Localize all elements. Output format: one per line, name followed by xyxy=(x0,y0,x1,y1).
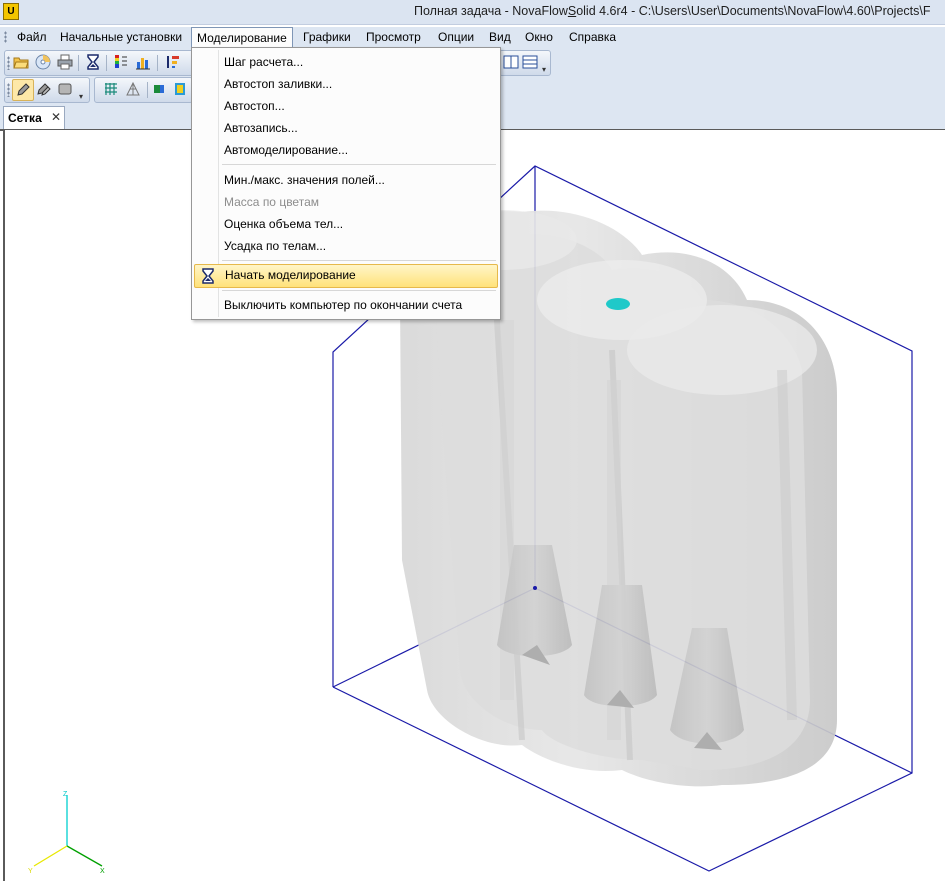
menu-item-mass-by-color: Масса по цветам xyxy=(194,191,498,213)
menu-separator xyxy=(222,290,496,291)
hourglass-icon[interactable] xyxy=(85,54,101,70)
close-icon[interactable]: ✕ xyxy=(51,110,61,124)
menu-item-label: Шаг расчета... xyxy=(224,55,304,69)
axis-indicator: Z X Y xyxy=(28,791,105,875)
tab-mesh[interactable]: Сетка ✕ xyxy=(3,106,65,129)
modeling-menu-dropdown: Шаг расчета... Автостоп заливки... Автос… xyxy=(191,47,501,320)
toolbar-separator xyxy=(78,55,79,71)
eraser-icon[interactable] xyxy=(57,81,73,97)
split-vertical-icon[interactable] xyxy=(503,54,519,70)
toolbar-main xyxy=(4,50,196,76)
menu-item-label: Оценка объема тел... xyxy=(224,217,344,231)
origin-point xyxy=(533,586,537,590)
menu-item-volume-estimate[interactable]: Оценка объема тел... xyxy=(194,213,498,235)
menu-view[interactable]: Вид xyxy=(484,28,516,46)
menu-item-automodeling[interactable]: Автомоделирование... xyxy=(194,139,498,161)
open-folder-icon[interactable] xyxy=(13,54,29,70)
toolbar-separator xyxy=(106,55,107,71)
menu-options[interactable]: Опции xyxy=(433,28,479,46)
axis-z-label: Z xyxy=(63,791,68,798)
menu-initial-settings[interactable]: Начальные установки xyxy=(55,28,187,46)
sort-height-icon[interactable] xyxy=(165,54,181,70)
menu-item-autostop-fill[interactable]: Автостоп заливки... xyxy=(194,73,498,95)
menu-separator xyxy=(222,260,496,261)
menu-item-label: Начать моделирование xyxy=(225,268,356,282)
menu-help[interactable]: Справка xyxy=(564,28,621,46)
bar-chart-icon[interactable] xyxy=(135,54,151,70)
mesh-triangles-icon[interactable] xyxy=(125,81,141,97)
inlet-marker xyxy=(606,298,630,310)
disc-icon[interactable] xyxy=(35,54,51,70)
axis-y-label: Y xyxy=(28,868,33,875)
window-title: Полная задача - NovaFlowSolid 4.6r4 - C:… xyxy=(414,4,931,18)
hourglass-icon xyxy=(202,268,214,284)
toolbar-separator xyxy=(147,82,148,98)
pencil-icon xyxy=(17,83,30,96)
pencils-icon[interactable] xyxy=(36,81,52,97)
menu-item-label: Мин./макс. значения полей... xyxy=(224,173,385,187)
fill-color-icon[interactable] xyxy=(175,81,191,97)
print-icon[interactable] xyxy=(57,54,73,70)
app-logo-icon[interactable]: U xyxy=(3,3,19,20)
pencil-button[interactable] xyxy=(12,79,34,101)
tab-mesh-label: Сетка xyxy=(8,111,42,125)
menu-item-label: Автозапись... xyxy=(224,121,298,135)
toolbar-mesh xyxy=(94,77,193,103)
color-blocks-icon[interactable] xyxy=(153,81,169,97)
split-horizontal-icon[interactable] xyxy=(522,54,538,70)
toolbar-grip[interactable] xyxy=(7,56,10,70)
color-scale-icon[interactable] xyxy=(113,54,129,70)
menu-item-autostop[interactable]: Автостоп... xyxy=(194,95,498,117)
menu-item-field-minmax[interactable]: Мин./макс. значения полей... xyxy=(194,169,498,191)
toolbar-grip[interactable] xyxy=(7,83,10,97)
menubar-grip[interactable] xyxy=(4,31,7,43)
toolbar-separator xyxy=(157,55,158,71)
menu-item-label: Автомоделирование... xyxy=(224,143,349,157)
toolbar-overflow-icon[interactable]: ▾ xyxy=(542,65,546,74)
menu-item-label: Автостоп... xyxy=(224,99,285,113)
menu-item-label: Масса по цветам xyxy=(224,195,319,209)
menu-separator xyxy=(222,164,496,165)
menu-item-calc-step[interactable]: Шаг расчета... xyxy=(194,51,498,73)
menu-item-start-modeling[interactable]: Начать моделирование xyxy=(194,264,498,288)
menu-view-mode[interactable]: Просмотр xyxy=(361,28,426,46)
toolbar-overflow-icon[interactable]: ▾ xyxy=(79,92,83,101)
menu-window[interactable]: Окно xyxy=(520,28,558,46)
menu-modeling[interactable]: Моделирование xyxy=(191,27,293,48)
axis-x-label: X xyxy=(100,868,105,875)
menu-item-label: Выключить компьютер по окончании счета xyxy=(224,298,463,312)
menu-charts[interactable]: Графики xyxy=(298,28,356,46)
title-bar: U Полная задача - NovaFlowSolid 4.6r4 - … xyxy=(0,0,945,25)
toolbar-layout: ▾ xyxy=(499,50,551,76)
menu-item-label: Автостоп заливки... xyxy=(224,77,333,91)
grid-icon[interactable] xyxy=(103,81,119,97)
menu-file[interactable]: Файл xyxy=(12,28,52,46)
toolbar-draw: ▾ xyxy=(4,77,90,103)
menu-item-autosave[interactable]: Автозапись... xyxy=(194,117,498,139)
menu-bar: Файл Начальные установки Моделирование Г… xyxy=(0,27,945,48)
menu-item-shrinkage[interactable]: Усадка по телам... xyxy=(194,235,498,257)
menu-item-label: Усадка по телам... xyxy=(224,239,327,253)
menu-item-shutdown-after[interactable]: Выключить компьютер по окончании счета xyxy=(194,294,498,316)
